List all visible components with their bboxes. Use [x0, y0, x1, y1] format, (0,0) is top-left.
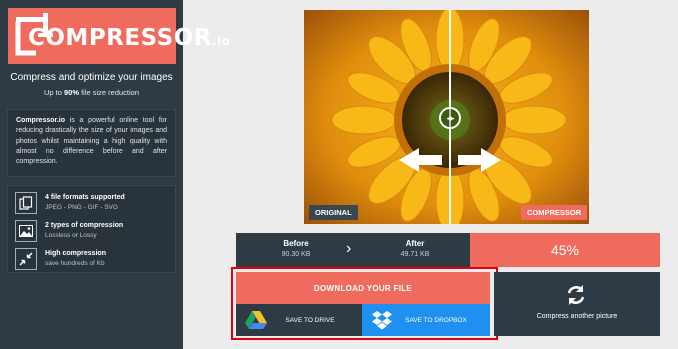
features-box: 4 file formats supported JPEG - PNG - GI…	[7, 185, 176, 273]
after-value: 49.71 KB	[400, 251, 430, 258]
feature-compression: High compression save hundreds of Kb	[8, 245, 175, 273]
feature-subtitle: save hundreds of Kb	[45, 260, 105, 267]
save-to-drive-button[interactable]: SAVE TO DRIVE	[236, 304, 362, 336]
compress-arrows-icon	[15, 248, 37, 270]
feature-subtitle: JPEG - PNG - GIF - SVG	[45, 204, 118, 211]
subline: Up to 90% file size reduction	[43, 88, 140, 97]
after-label: After	[405, 239, 425, 248]
about-brand: Compressor.io	[16, 117, 66, 124]
image-icon	[15, 220, 37, 242]
tagline: Compress and optimize your images	[10, 72, 173, 83]
savings-percent: 45%	[470, 233, 660, 267]
slider-handle-icon[interactable]: ◂▸	[439, 107, 461, 129]
sidebar: COMPRESSOR.io Compress and optimize your…	[0, 0, 230, 349]
compress-another-label: Compress another picture	[536, 313, 618, 320]
save-to-dropbox-button[interactable]: SAVE TO DROPBOX	[362, 304, 490, 336]
feature-subtitle: Lossless or Lossy	[45, 232, 97, 239]
label-compressor: COMPRESSOR	[521, 205, 588, 220]
feature-title: 2 types of compression	[45, 222, 124, 229]
size-stats: Before 90.30 KB › After 49.71 KB	[236, 233, 470, 267]
compress-another-button[interactable]: Compress another picture	[494, 272, 660, 336]
download-button[interactable]: DOWNLOAD YOUR FILE	[236, 272, 490, 304]
feature-title: High compression	[45, 250, 107, 257]
logo[interactable]: COMPRESSOR.io	[8, 8, 230, 64]
feature-title: 4 file formats supported	[45, 194, 125, 201]
stat-before: Before 90.30 KB	[251, 239, 341, 258]
chevron-right-icon: ›	[346, 240, 352, 257]
dropbox-label: SAVE TO DROPBOX	[405, 317, 467, 324]
before-value: 90.30 KB	[281, 251, 311, 258]
drive-label: SAVE TO DRIVE	[285, 317, 335, 324]
label-original: ORIGINAL	[309, 205, 358, 220]
about-box: Compressor.io is a powerful online tool …	[7, 109, 176, 177]
before-label: Before	[283, 239, 309, 248]
logo-text: COMPRESSOR.io	[28, 25, 231, 51]
feature-types: 2 types of compression Lossless or Lossy	[8, 217, 175, 245]
stat-after: After 49.71 KB	[370, 239, 460, 258]
files-icon	[15, 192, 37, 214]
feature-formats: 4 file formats supported JPEG - PNG - GI…	[8, 189, 175, 217]
about-text: is a powerful online tool for reducing d…	[16, 117, 167, 166]
refresh-icon	[567, 285, 585, 305]
